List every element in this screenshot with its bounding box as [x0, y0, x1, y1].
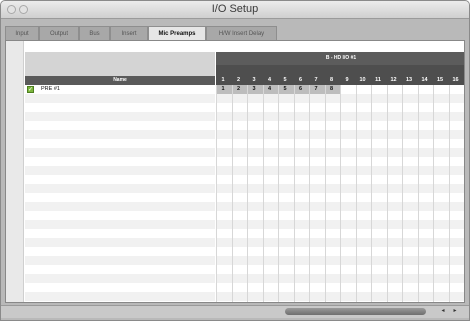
channel-number-15: 15 — [436, 77, 444, 83]
name-row — [25, 139, 215, 148]
channel-number-4: 4 — [267, 77, 272, 83]
channel-number-1: 1 — [221, 77, 225, 83]
grid-line — [247, 85, 248, 302]
name-header-area — [25, 52, 215, 77]
name-row — [25, 256, 215, 265]
grid-line — [433, 85, 434, 302]
name-row — [25, 193, 215, 202]
name-row — [25, 292, 215, 301]
grid-line — [464, 85, 465, 302]
channel-number-14: 14 — [421, 77, 428, 83]
assigned-channel-2[interactable]: 2 — [232, 85, 246, 94]
grid-line — [293, 85, 295, 302]
grid-line — [216, 85, 217, 302]
grid-line — [371, 85, 372, 302]
tab-input[interactable]: Input — [5, 26, 39, 40]
scrollbar-thumb[interactable] — [285, 308, 426, 315]
tab-bar: Input Output Bus Insert Mic Preamps H/W … — [5, 26, 277, 40]
channel-number-3: 3 — [252, 77, 256, 83]
name-row — [25, 220, 215, 229]
assigned-channel-6[interactable]: 6 — [294, 85, 308, 94]
device-header[interactable]: B - HD I/O #1 — [216, 52, 464, 65]
name-row — [25, 94, 215, 103]
list-item[interactable]: ✓ PRE #1 — [25, 85, 215, 94]
tab-hw-insert-delay[interactable]: H/W Insert Delay — [206, 26, 277, 40]
assigned-channel-5[interactable]: 5 — [278, 85, 292, 94]
channel-number-5: 5 — [283, 77, 287, 83]
name-row — [25, 112, 215, 121]
name-row — [25, 283, 215, 292]
horizontal-scrollbar[interactable]: ◂ ▸ — [1, 305, 469, 318]
name-row — [25, 238, 215, 247]
grid-line — [309, 85, 310, 302]
channel-number-9: 9 — [345, 77, 349, 83]
channel-number-16: 16 — [452, 77, 459, 83]
channel-number-7: 7 — [314, 77, 318, 83]
assigned-channel-8[interactable]: 8 — [325, 85, 339, 94]
channel-number-13: 13 — [405, 77, 413, 83]
name-row — [25, 211, 215, 220]
window-title: I/O Setup — [211, 3, 259, 15]
name-row — [25, 166, 215, 175]
scroll-right-arrow[interactable]: ▸ — [450, 307, 460, 316]
row-gutter — [6, 41, 24, 302]
name-row — [25, 148, 215, 157]
grid-line — [231, 85, 233, 302]
scroll-left-arrow[interactable]: ◂ — [438, 307, 448, 316]
assigned-channel-7[interactable]: 7 — [309, 85, 323, 94]
name-row — [25, 265, 215, 274]
assigned-channel-3[interactable]: 3 — [247, 85, 261, 94]
io-setup-window: I/O Setup Input Output Bus Insert Mic Pr… — [0, 0, 470, 321]
name-row — [25, 229, 215, 238]
tab-insert[interactable]: Insert — [110, 26, 148, 40]
grid-line — [402, 85, 403, 302]
channel-number-6: 6 — [298, 77, 303, 83]
name-row — [25, 184, 215, 193]
grid-line — [355, 85, 357, 302]
channel-number-8: 8 — [329, 77, 334, 83]
grid-line — [262, 85, 264, 302]
grid-line — [417, 85, 419, 302]
preamp-name[interactable]: PRE #1 — [41, 85, 60, 94]
grid-line — [340, 85, 341, 302]
name-row — [25, 157, 215, 166]
title-bar[interactable]: I/O Setup — [1, 1, 469, 19]
grid-line — [386, 85, 388, 302]
assigned-channel-4[interactable]: 4 — [263, 85, 277, 94]
grid-line — [278, 85, 279, 302]
tab-output[interactable]: Output — [39, 26, 79, 40]
grid-line — [448, 85, 450, 302]
channel-number-11: 11 — [375, 77, 381, 83]
name-row — [25, 103, 215, 112]
grid-line — [324, 85, 326, 302]
channel-number-2: 2 — [236, 77, 241, 83]
channel-number-10: 10 — [359, 77, 366, 83]
name-column-header[interactable]: Name — [25, 76, 215, 85]
name-row — [25, 175, 215, 184]
channel-number-header: 1 2 3 4 5 6 7 8 9 10 11 12 13 14 15 16 — [216, 65, 464, 85]
enable-checkbox[interactable]: ✓ — [27, 86, 34, 93]
channel-number-12: 12 — [390, 77, 397, 83]
assigned-channel-1[interactable]: 1 — [216, 85, 230, 94]
tab-bus[interactable]: Bus — [79, 26, 110, 40]
tab-mic-preamps[interactable]: Mic Preamps — [148, 26, 206, 40]
name-row — [25, 130, 215, 139]
name-row — [25, 121, 215, 130]
name-row — [25, 274, 215, 283]
name-row — [25, 202, 215, 211]
mic-preamps-panel: Name B - HD I/O #1 1 2 3 4 5 6 7 8 9 10 11 12 13 14 15… — [5, 40, 465, 303]
name-row — [25, 247, 215, 256]
